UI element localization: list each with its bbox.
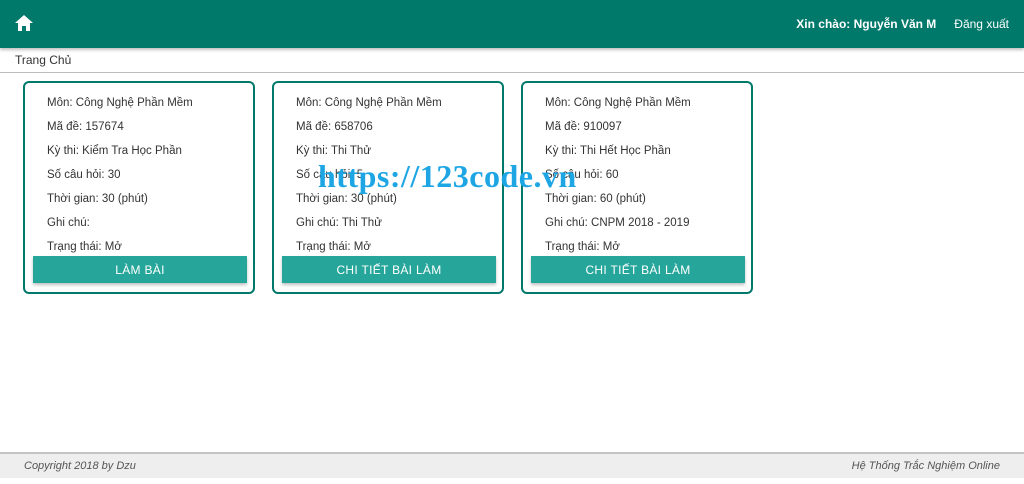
- exam-note: Ghi chú: CNPM 2018 - 2019: [545, 217, 690, 229]
- exam-subject: Môn: Công Nghệ Phần Mềm: [296, 97, 442, 109]
- exam-question-count: Số câu hỏi: 30: [47, 169, 121, 181]
- top-navbar: Xin chào: Nguyễn Văn M Đăng xuất: [0, 0, 1024, 48]
- footer-copyright: Copyright 2018 by Dzu: [24, 460, 136, 472]
- breadcrumb-home[interactable]: Trang Chủ: [15, 53, 71, 67]
- exam-question-count: Số câu hỏi: 5: [296, 169, 364, 181]
- take-exam-button[interactable]: LÀM BÀI: [33, 256, 247, 283]
- exam-subject: Môn: Công Nghệ Phần Mềm: [47, 97, 193, 109]
- exam-subject: Môn: Công Nghệ Phần Mềm: [545, 97, 691, 109]
- breadcrumb-bar: Trang Chủ: [0, 49, 1024, 73]
- exam-code: Mã đề: 658706: [296, 121, 373, 133]
- exam-card: Môn: Công Nghệ Phần Mềm Mã đề: 658706 Kỳ…: [272, 81, 504, 294]
- exam-details-button[interactable]: CHI TIẾT BÀI LÀM: [282, 256, 496, 283]
- user-greeting: Xin chào: Nguyễn Văn M: [796, 17, 937, 31]
- exam-question-count: Số câu hỏi: 60: [545, 169, 619, 181]
- exam-card: Môn: Công Nghệ Phần Mềm Mã đề: 910097 Kỳ…: [521, 81, 753, 294]
- exam-duration: Thời gian: 30 (phút): [47, 193, 148, 205]
- exam-duration: Thời gian: 60 (phút): [545, 193, 646, 205]
- footer-system-name: Hệ Thống Trắc Nghiệm Online: [851, 460, 1000, 472]
- exam-card-list: Môn: Công Nghệ Phần Mềm Mã đề: 157674 Kỳ…: [23, 81, 753, 294]
- exam-code: Mã đề: 910097: [545, 121, 622, 133]
- logout-link[interactable]: Đăng xuất: [954, 17, 1009, 31]
- footer: Copyright 2018 by Dzu Hệ Thống Trắc Nghi…: [0, 452, 1024, 478]
- exam-code: Mã đề: 157674: [47, 121, 124, 133]
- exam-duration: Thời gian: 30 (phút): [296, 193, 397, 205]
- exam-type: Kỳ thi: Kiểm Tra Học Phần: [47, 145, 182, 157]
- home-icon[interactable]: [14, 14, 34, 32]
- exam-type: Kỳ thi: Thi Hết Học Phần: [545, 145, 671, 157]
- exam-details-button[interactable]: CHI TIẾT BÀI LÀM: [531, 256, 745, 283]
- exam-note: Ghi chú: Thi Thử: [296, 217, 382, 229]
- navbar-user-area: Xin chào: Nguyễn Văn M Đăng xuất: [796, 0, 1009, 48]
- exam-type: Kỳ thi: Thi Thử: [296, 145, 372, 157]
- exam-card: Môn: Công Nghệ Phần Mềm Mã đề: 157674 Kỳ…: [23, 81, 255, 294]
- exam-note: Ghi chú:: [47, 217, 90, 229]
